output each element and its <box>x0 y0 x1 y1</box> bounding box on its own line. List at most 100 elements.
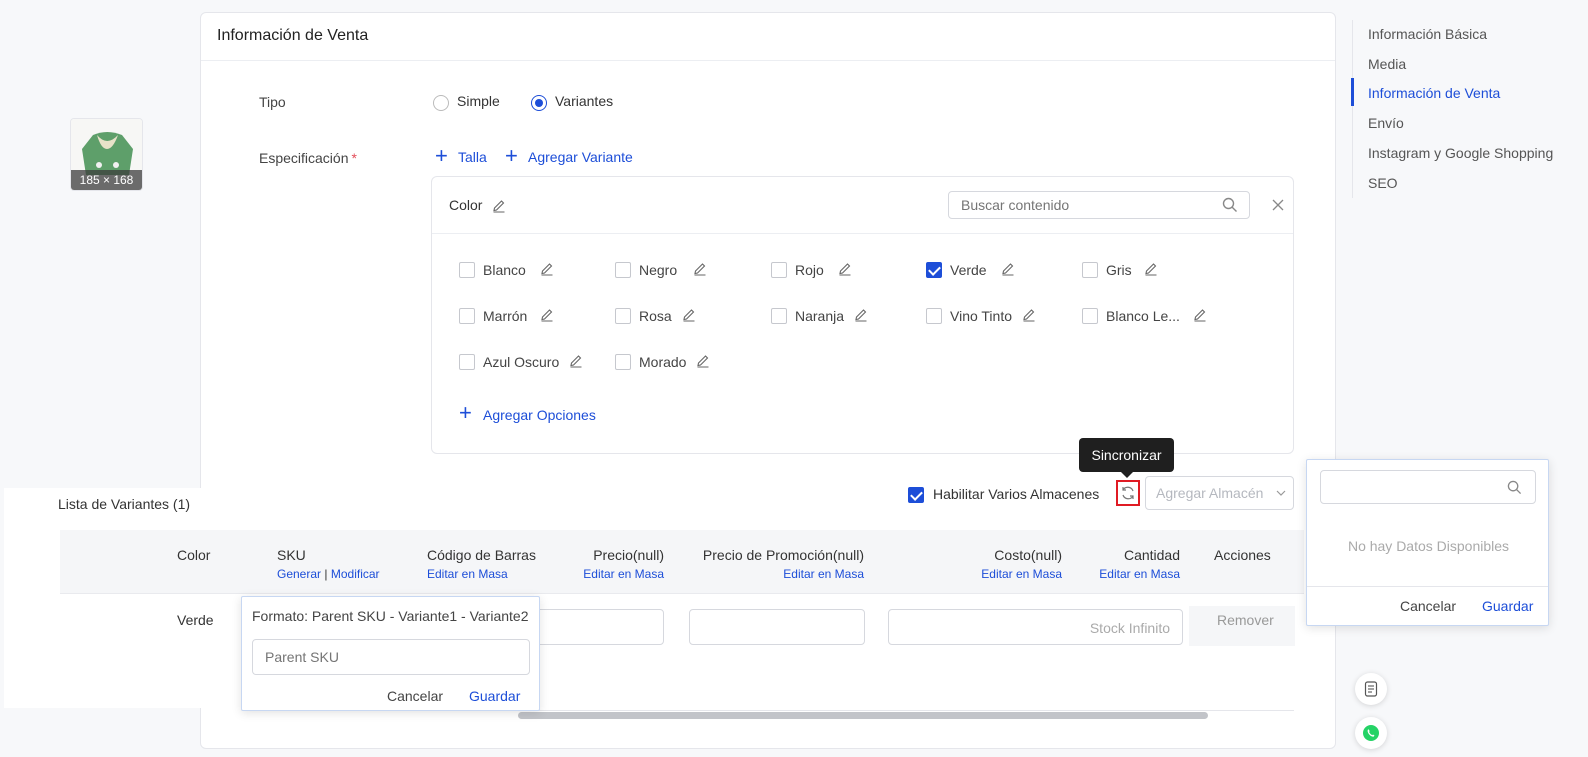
add-size-button[interactable]: Talla <box>458 149 487 165</box>
search-icon[interactable] <box>1507 480 1522 495</box>
edit-pencil-icon[interactable] <box>491 198 507 214</box>
spec-search-input[interactable] <box>948 191 1250 219</box>
add-warehouse-placeholder: Agregar Almacén <box>1156 485 1264 501</box>
whatsapp-float-button[interactable] <box>1355 717 1387 749</box>
edit-pencil-icon[interactable] <box>853 307 869 323</box>
edit-pencil-icon[interactable] <box>837 261 853 277</box>
radio-variantes[interactable] <box>531 95 547 111</box>
image-size-caption: 185 × 168 <box>71 170 142 190</box>
col-barcode: Código de Barras <box>427 547 536 563</box>
warehouse-search-input[interactable] <box>1320 470 1536 504</box>
option-checkbox-checked[interactable] <box>926 262 942 278</box>
nav-item-informacion-venta[interactable]: Información de Venta <box>1368 85 1500 101</box>
cost-bulk-edit[interactable]: Editar en Masa <box>962 567 1062 581</box>
edit-pencil-icon[interactable] <box>1192 307 1208 323</box>
option-label: Negro <box>639 262 678 278</box>
sku-generate-link[interactable]: Generar <box>277 567 321 581</box>
price-bulk-edit[interactable]: Editar en Masa <box>560 567 664 581</box>
edit-pencil-icon[interactable] <box>1143 261 1159 277</box>
option-checkbox[interactable] <box>771 262 787 278</box>
plus-icon: + <box>435 143 448 168</box>
sku-actions: Generar | Modificar <box>277 567 380 581</box>
whatsapp-icon <box>1363 725 1379 741</box>
quantity-input[interactable]: Stock Infinito <box>888 609 1183 645</box>
option-checkbox[interactable] <box>459 262 475 278</box>
sku-modify-link[interactable]: Modificar <box>331 567 380 581</box>
refresh-icon <box>1122 486 1134 500</box>
price-input[interactable] <box>536 609 664 645</box>
nav-item-informacion-basica[interactable]: Información Básica <box>1368 26 1487 42</box>
option-label: Rojo <box>795 262 824 278</box>
option-label: Blanco <box>483 262 526 278</box>
option-label: Morado <box>639 354 687 370</box>
edit-pencil-icon[interactable] <box>539 261 555 277</box>
radio-simple-label[interactable]: Simple <box>457 93 500 109</box>
spec-color-title: Color <box>449 197 483 213</box>
search-icon[interactable] <box>1222 197 1238 213</box>
edit-pencil-icon[interactable] <box>539 307 555 323</box>
edit-pencil-icon[interactable] <box>692 261 708 277</box>
option-label: Vino Tinto <box>950 308 1013 324</box>
notes-float-button[interactable] <box>1355 673 1387 705</box>
plus-icon: + <box>505 143 518 168</box>
option-checkbox[interactable] <box>771 308 787 324</box>
col-price: Precio(null) <box>593 547 664 563</box>
add-options-button[interactable]: Agregar Opciones <box>483 407 596 423</box>
radio-variantes-label[interactable]: Variantes <box>555 93 613 109</box>
option-checkbox[interactable] <box>926 308 942 324</box>
edit-pencil-icon[interactable] <box>681 307 697 323</box>
option-checkbox[interactable] <box>615 308 631 324</box>
quantity-placeholder: Stock Infinito <box>1089 620 1170 636</box>
quantity-bulk-edit[interactable]: Editar en Masa <box>1080 567 1180 581</box>
col-color: Color <box>177 547 211 563</box>
tipo-label: Tipo <box>259 94 286 110</box>
option-label: Marrón <box>483 308 528 324</box>
nav-rail <box>1352 20 1353 198</box>
variant-list-panel: Lista de Variantes (1) <box>4 488 1304 708</box>
option-checkbox[interactable] <box>615 262 631 278</box>
variant-list-title: Lista de Variantes (1) <box>58 496 191 512</box>
edit-pencil-icon[interactable] <box>1000 261 1016 277</box>
required-mark: * <box>351 150 357 166</box>
sku-popover: Formato: Parent SKU - Variante1 - Varian… <box>241 596 540 711</box>
add-warehouse-select[interactable]: Agregar Almacén <box>1145 476 1294 510</box>
sku-cancel-button[interactable]: Cancelar <box>387 688 443 704</box>
option-checkbox[interactable] <box>459 308 475 324</box>
option-checkbox[interactable] <box>615 354 631 370</box>
enable-warehouses-checkbox[interactable] <box>908 487 924 503</box>
promo-bulk-edit[interactable]: Editar en Masa <box>680 567 864 581</box>
edit-pencil-icon[interactable] <box>568 353 584 369</box>
sku-save-button[interactable]: Guardar <box>469 688 520 704</box>
spec-label: Especificación * <box>259 150 357 166</box>
nav-item-instagram-google[interactable]: Instagram y Google Shopping <box>1368 145 1553 161</box>
edit-pencil-icon[interactable] <box>1021 307 1037 323</box>
nav-item-seo[interactable]: SEO <box>1368 175 1398 191</box>
row-color-value: Verde <box>177 612 214 628</box>
spec-divider <box>432 233 1293 234</box>
radio-simple[interactable] <box>433 95 449 111</box>
option-label: Blanco Le... <box>1106 308 1180 324</box>
option-label: Naranja <box>795 308 845 324</box>
add-variant-button[interactable]: Agregar Variante <box>528 149 633 165</box>
warehouse-save-button[interactable]: Guardar <box>1482 598 1533 614</box>
nav-item-envio[interactable]: Envío <box>1368 115 1404 131</box>
option-checkbox[interactable] <box>1082 262 1098 278</box>
parent-sku-input[interactable] <box>252 639 530 675</box>
option-checkbox[interactable] <box>459 354 475 370</box>
variant-image[interactable]: 185 × 168 <box>70 118 143 191</box>
chevron-down-icon <box>1276 490 1286 496</box>
edit-pencil-icon[interactable] <box>695 353 711 369</box>
col-sku: SKU <box>277 547 306 563</box>
warehouse-cancel-button[interactable]: Cancelar <box>1400 598 1456 614</box>
sync-button[interactable] <box>1116 480 1140 506</box>
remove-button[interactable]: Remover <box>1217 612 1274 628</box>
close-icon[interactable] <box>1271 198 1285 212</box>
promo-price-input[interactable] <box>689 609 865 645</box>
nav-item-media[interactable]: Media <box>1368 56 1406 72</box>
option-checkbox[interactable] <box>1082 308 1098 324</box>
card-title: Información de Venta <box>217 27 369 44</box>
col-cost: Costo(null) <box>994 547 1062 563</box>
horizontal-scrollbar[interactable] <box>518 712 1208 719</box>
warehouse-dropdown: No hay Datos Disponibles Cancelar Guarda… <box>1306 459 1549 626</box>
barcode-bulk-edit[interactable]: Editar en Masa <box>427 567 508 581</box>
